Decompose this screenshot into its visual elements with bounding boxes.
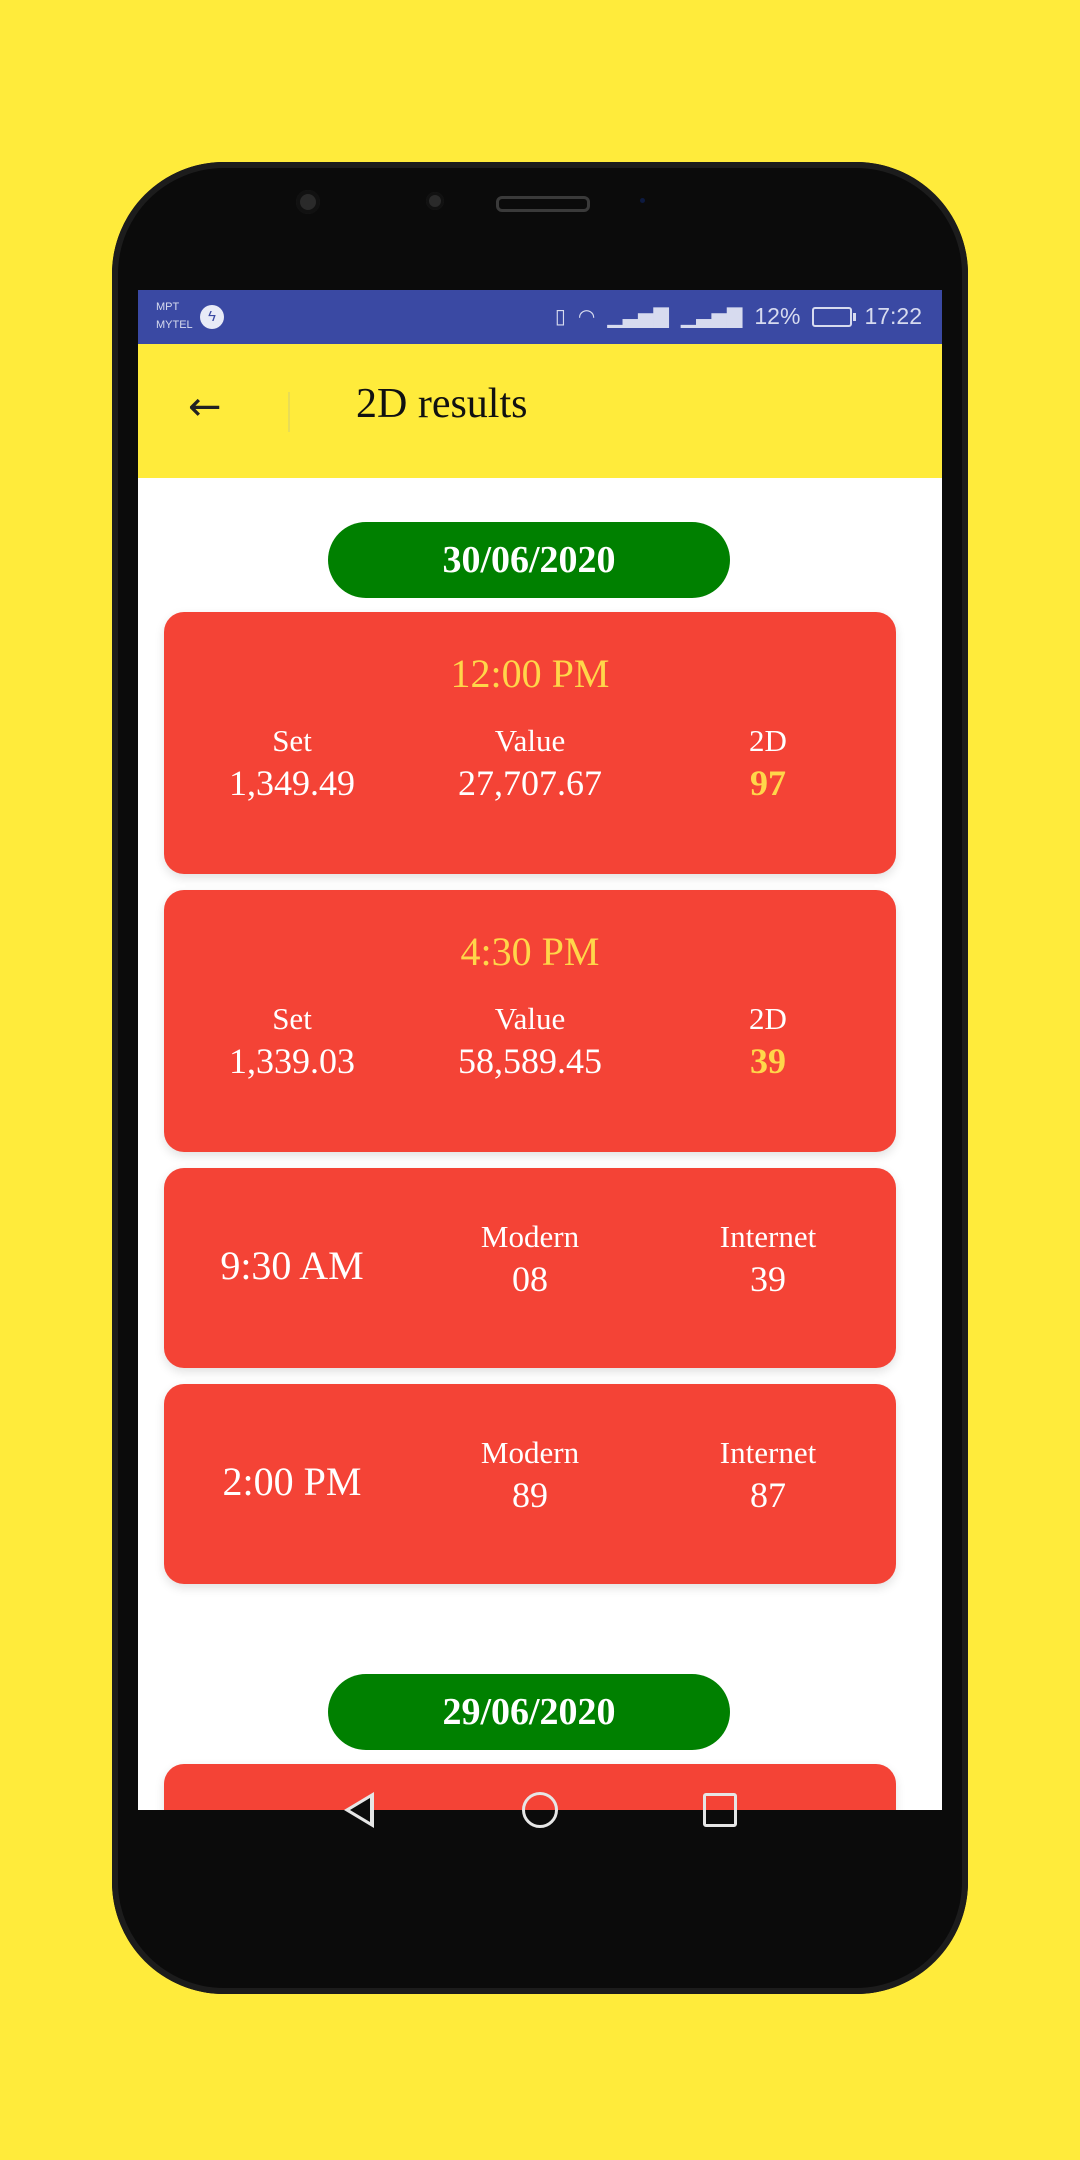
battery-percent: 12% xyxy=(754,303,801,329)
battery-icon xyxy=(812,306,857,327)
internet-column: Internet 87 xyxy=(648,1434,888,1518)
front-sensor xyxy=(426,192,444,210)
slot-time: 9:30 AM xyxy=(220,1243,364,1288)
internet-label: Internet xyxy=(719,1219,817,1254)
result-time: 4:30 PM xyxy=(460,929,600,974)
modern-value: 89 xyxy=(512,1475,548,1515)
carrier-labels: MPT MYTEL xyxy=(156,298,193,334)
date-pill: 29/06/2020 xyxy=(328,1674,730,1750)
internet-column: Internet 39 xyxy=(648,1218,888,1302)
slot-time: 2:00 PM xyxy=(222,1459,362,1504)
status-icons: ▯ ◠ ▁▃▅▇ ▁▃▅▇ 12% 17:22 xyxy=(555,303,922,330)
result-card[interactable]: 4:30 PM Set 1,339.03 Value 58,589.45 2D … xyxy=(164,890,896,1152)
internet-value: 87 xyxy=(750,1475,786,1515)
status-bar: MPT MYTEL ϟ ▯ ◠ ▁▃▅▇ ▁▃▅▇ 12% 17:22 xyxy=(138,290,942,344)
page-title: 2D results xyxy=(356,381,528,427)
modern-column: Modern 08 xyxy=(410,1218,650,1302)
value-label: Value xyxy=(494,1001,566,1036)
modern-column: Modern 89 xyxy=(410,1434,650,1518)
value-amount: 58,589.45 xyxy=(458,1041,602,1081)
twod-number: 97 xyxy=(750,763,786,803)
twod-number: 39 xyxy=(750,1041,786,1081)
date-pill: 30/06/2020 xyxy=(328,522,730,598)
nav-recents-icon[interactable] xyxy=(703,1793,737,1827)
set-value: 1,349.49 xyxy=(229,763,355,803)
twod-column: 2D 39 xyxy=(648,1000,888,1084)
app-bar: ← 2D results xyxy=(138,344,942,478)
toolbar-divider xyxy=(288,392,290,432)
wifi-icon: ◠ xyxy=(577,306,596,328)
back-arrow-icon[interactable]: ← xyxy=(188,384,222,430)
result-card[interactable]: 12:00 PM Set 1,349.49 Value 27,707.67 2D… xyxy=(164,612,896,874)
carrier-2: MYTEL xyxy=(156,319,193,331)
slot-card[interactable]: 9:30 AM Modern 08 Internet 39 xyxy=(164,1168,896,1368)
set-column: Set 1,339.03 xyxy=(172,1000,412,1084)
proximity-sensor xyxy=(640,198,645,203)
modern-label: Modern xyxy=(480,1219,580,1254)
signal-icon: ▁▃▅▇ xyxy=(607,306,669,328)
set-label: Set xyxy=(272,723,312,758)
value-column: Value 58,589.45 xyxy=(410,1000,650,1084)
app-screen: MPT MYTEL ϟ ▯ ◠ ▁▃▅▇ ▁▃▅▇ 12% 17:22 ← 2D… xyxy=(138,290,942,1810)
signal-icon-2: ▁▃▅▇ xyxy=(680,306,743,328)
value-label: Value xyxy=(494,723,566,758)
set-label: Set xyxy=(272,1001,312,1036)
set-column: Set 1,349.49 xyxy=(172,722,412,806)
messenger-icon: ϟ xyxy=(200,305,224,329)
modern-label: Modern xyxy=(480,1435,580,1470)
front-camera xyxy=(296,190,320,214)
earpiece-speaker xyxy=(496,196,590,212)
result-time: 12:00 PM xyxy=(450,651,610,696)
vibrate-icon: ▯ xyxy=(554,306,566,328)
internet-label: Internet xyxy=(719,1435,817,1470)
nav-back-icon[interactable] xyxy=(344,1792,374,1828)
twod-label: 2D xyxy=(749,723,787,758)
modern-value: 08 xyxy=(512,1259,548,1299)
nav-buttons xyxy=(138,1750,942,1870)
value-column: Value 27,707.67 xyxy=(410,722,650,806)
twod-column: 2D 97 xyxy=(648,722,888,806)
internet-value: 39 xyxy=(750,1259,786,1299)
clock: 17:22 xyxy=(864,303,922,329)
carrier-1: MPT xyxy=(156,301,180,313)
nav-home-icon[interactable] xyxy=(522,1792,558,1828)
twod-label: 2D xyxy=(749,1001,787,1036)
set-value: 1,339.03 xyxy=(229,1041,355,1081)
value-amount: 27,707.67 xyxy=(458,763,602,803)
slot-card[interactable]: 2:00 PM Modern 89 Internet 87 xyxy=(164,1384,896,1584)
